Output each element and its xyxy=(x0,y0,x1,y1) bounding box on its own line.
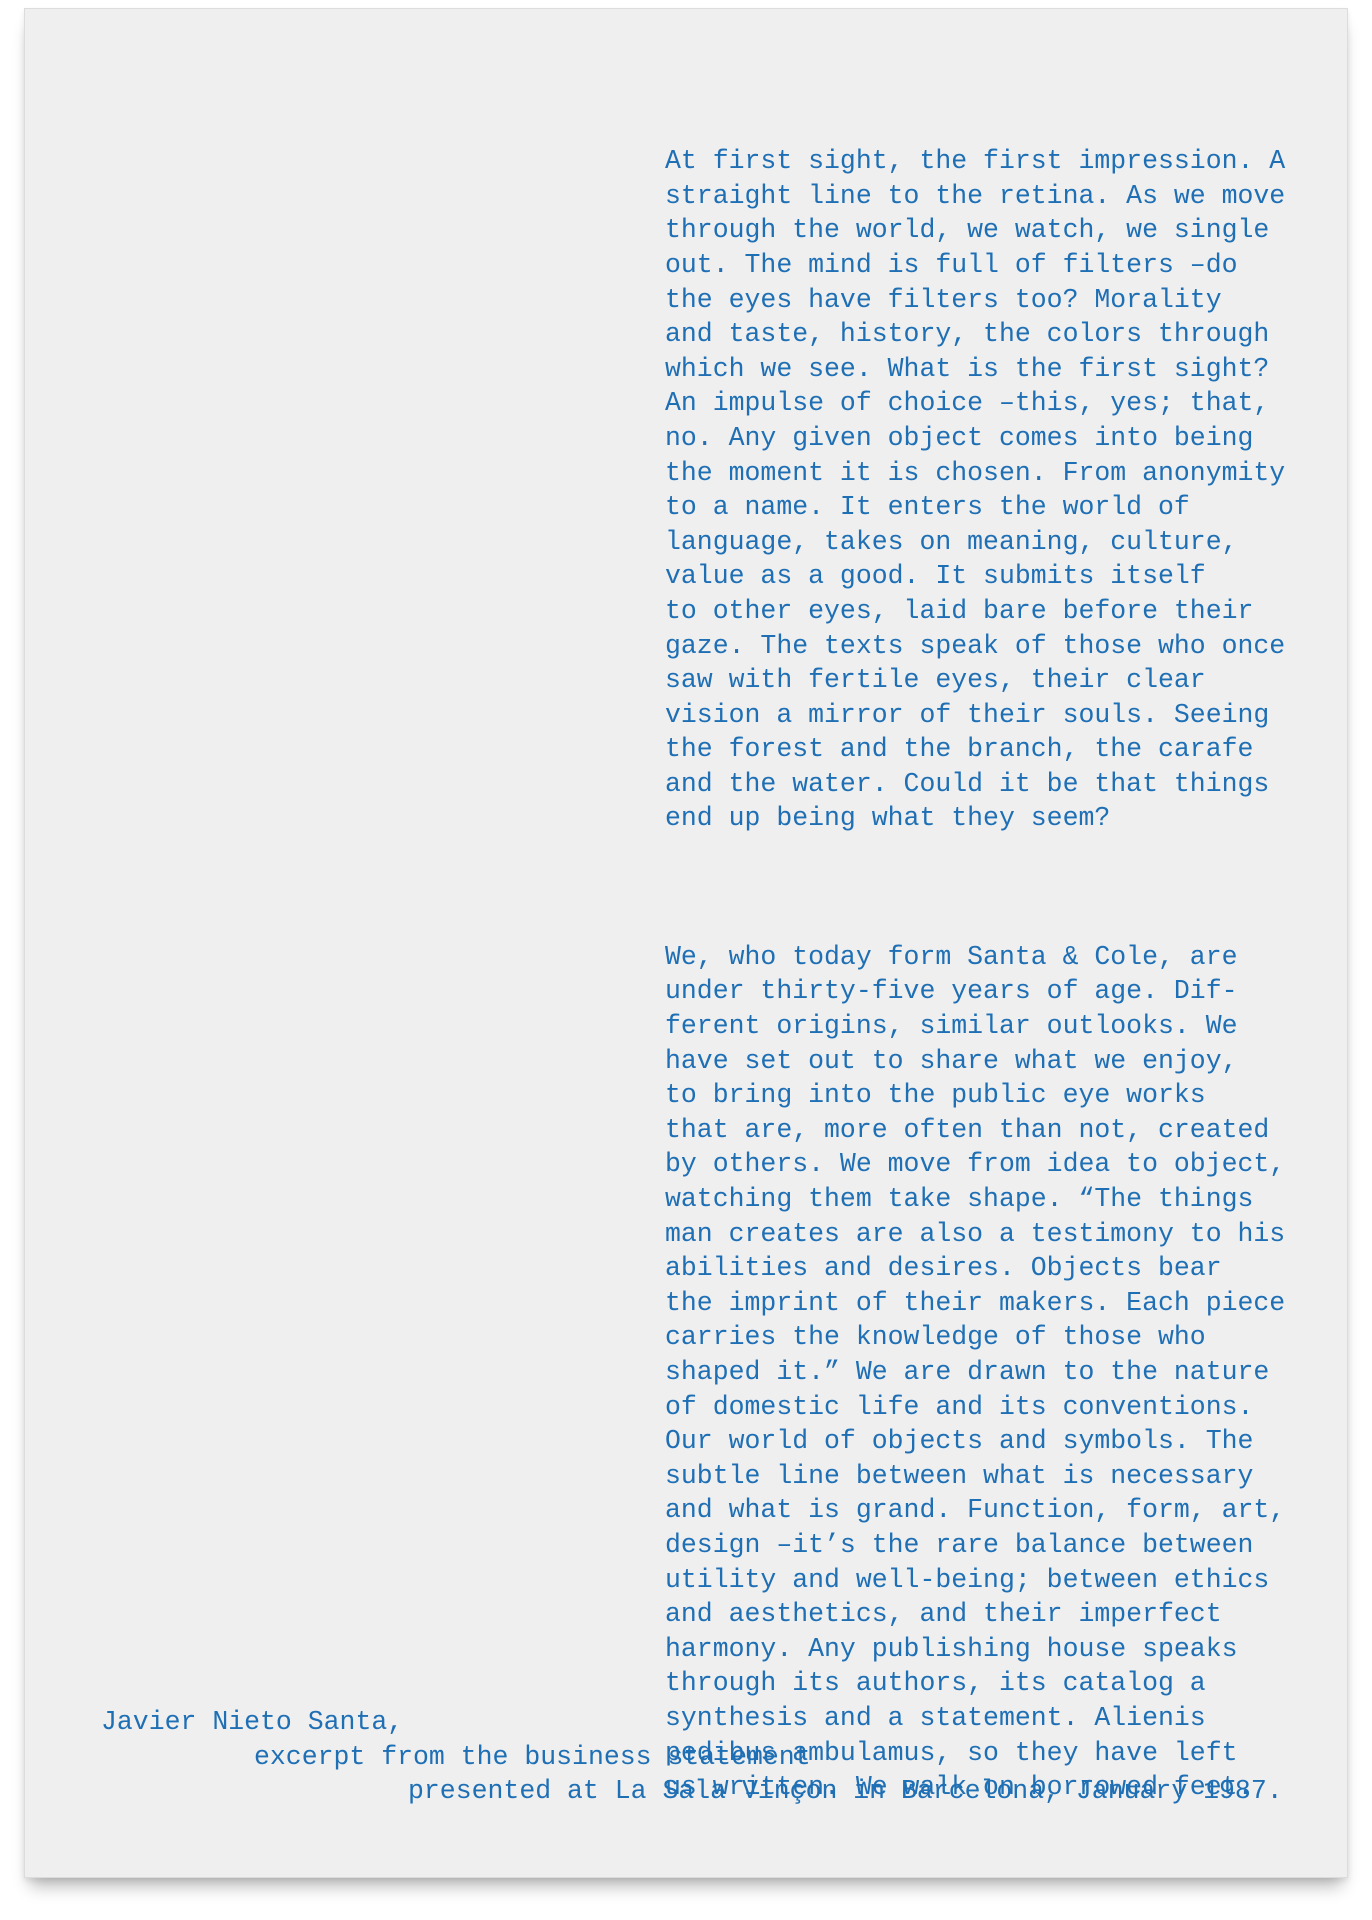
document-page: At first sight, the first impression. A … xyxy=(24,8,1348,1878)
paragraph-first-sight: At first sight, the first impression. A … xyxy=(665,146,1286,834)
statement-body: At first sight, the first impression. A … xyxy=(665,75,1325,1874)
signature-source: excerpt from the business statement xyxy=(254,1741,811,1772)
paragraph-santa-cole: We, who today form Santa & Cole, are und… xyxy=(665,941,1286,1803)
signature-author: Javier Nieto Santa, xyxy=(101,1707,404,1737)
signature-venue: presented at La Sala Vinçon in Barcelona… xyxy=(408,1776,1283,1807)
